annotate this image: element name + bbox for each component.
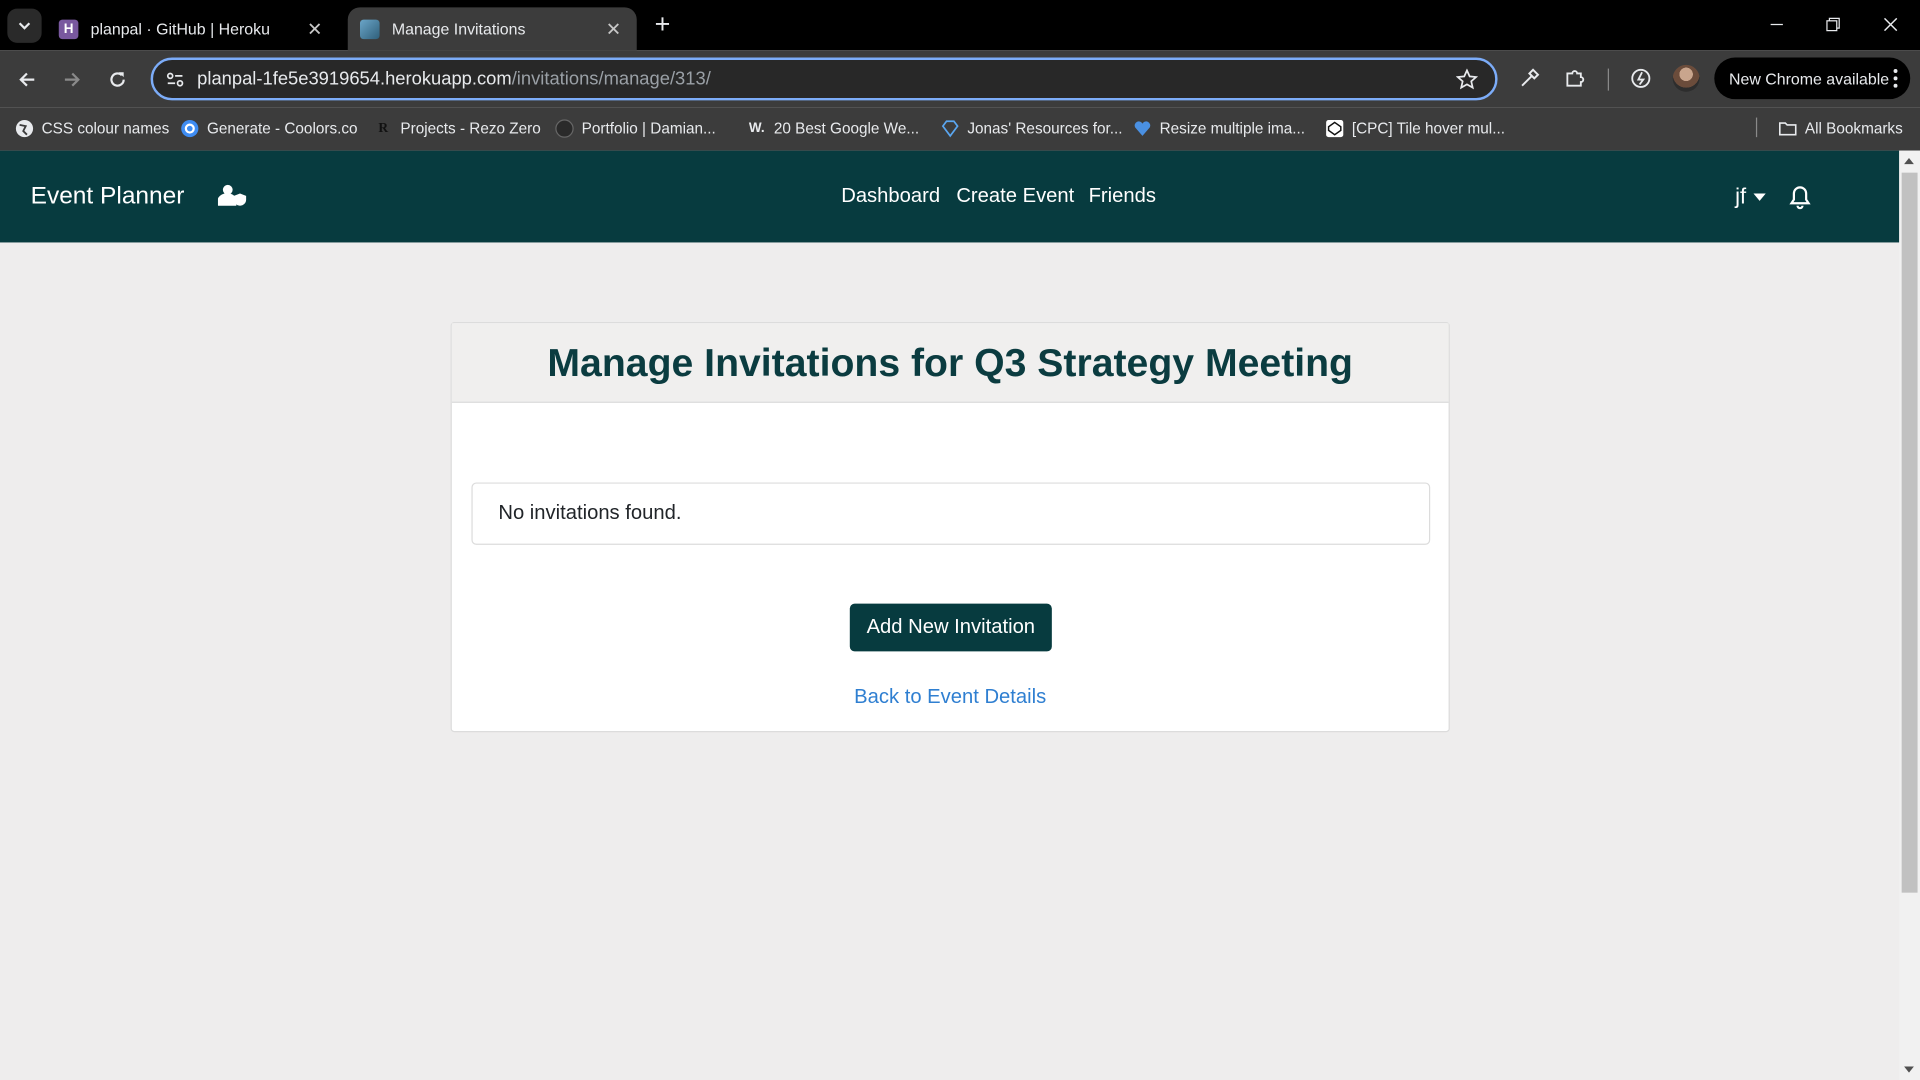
bookmark-label: CSS colour names — [41, 120, 170, 138]
user-menu-dropdown[interactable]: jf — [1735, 184, 1766, 210]
puzzle-icon — [1566, 70, 1585, 87]
arrow-left-icon — [19, 72, 35, 87]
bookmark-label: 20 Best Google We... — [773, 120, 920, 138]
new-tab-button[interactable]: + — [649, 10, 676, 38]
bookmark-jonas-resources[interactable]: Jonas' Resources for... — [940, 116, 1123, 140]
bookmark-resize-images[interactable]: Resize multiple ima... — [1133, 116, 1305, 140]
bookmarks-bar: CSS colour names Generate - Coolors.co R… — [0, 107, 1920, 151]
scroll-down-arrow[interactable] — [1904, 1066, 1914, 1073]
bookmark-css-colour-names[interactable]: CSS colour names — [15, 116, 170, 140]
close-icon — [1883, 17, 1898, 32]
browser-window: H planpal · GitHub | Heroku ✕ Manage Inv… — [0, 0, 1920, 1080]
eyedropper-button[interactable] — [1516, 65, 1543, 92]
nav-dashboard[interactable]: Dashboard — [841, 185, 940, 208]
site-info-icon[interactable] — [164, 69, 186, 91]
update-label: New Chrome available — [1728, 69, 1890, 88]
brand-link[interactable]: Event Planner — [31, 182, 185, 210]
tab-title: Manage Invitations — [391, 19, 526, 38]
bookmark-coolors[interactable]: Generate - Coolors.co — [180, 116, 358, 140]
bookmark-label: Generate - Coolors.co — [206, 120, 358, 138]
card-header: Manage Invitations for Q3 Strategy Meeti… — [451, 323, 1449, 403]
bookmark-label: Portfolio | Damian... — [581, 120, 716, 138]
tab-search-button[interactable] — [7, 8, 42, 43]
chevron-down-icon — [18, 22, 31, 30]
all-bookmarks-label: All Bookmarks — [1804, 120, 1903, 138]
bookmark-portfolio[interactable]: Portfolio | Damian... — [555, 116, 716, 140]
bookmark-label: [CPC] Tile hover mul... — [1351, 120, 1505, 138]
coolors-icon — [180, 119, 200, 139]
speed-icon — [1631, 68, 1651, 88]
bookmarks-divider — [1755, 117, 1758, 138]
bookmark-label: Jonas' Resources for... — [967, 120, 1123, 138]
update-chrome-button[interactable]: New Chrome available — [1714, 57, 1911, 100]
browser-toolbar: planpal-1fe5e3919654.herokuapp.com/invit… — [0, 50, 1920, 108]
w-icon: W. — [748, 121, 765, 136]
tab-strip: H planpal · GitHub | Heroku ✕ Manage Inv… — [0, 0, 1920, 51]
more-vert-icon — [1893, 69, 1898, 88]
close-icon[interactable]: ✕ — [602, 18, 624, 40]
bell-icon[interactable] — [1789, 185, 1811, 210]
diamond-icon — [940, 119, 960, 139]
tab-title: planpal · GitHub | Heroku — [90, 19, 270, 38]
portfolio-icon — [555, 119, 575, 139]
tab-heroku[interactable]: H planpal · GitHub | Heroku ✕ — [47, 7, 338, 50]
nav-friends[interactable]: Friends — [1089, 185, 1156, 208]
empty-message-text: No invitations found. — [498, 502, 682, 525]
profile-avatar[interactable] — [1672, 64, 1700, 92]
globe-icon — [15, 119, 35, 139]
user-name: jf — [1735, 183, 1747, 209]
heart-icon — [1133, 119, 1153, 139]
bookmark-cpc-tile-hover[interactable]: [CPC] Tile hover mul... — [1325, 116, 1505, 140]
empty-invitations-message: No invitations found. — [471, 482, 1431, 545]
performance-button[interactable] — [1627, 65, 1654, 92]
planner-icon — [360, 18, 380, 39]
scroll-up-arrow[interactable] — [1904, 157, 1914, 165]
forward-button[interactable] — [55, 62, 89, 96]
restore-button[interactable] — [1815, 10, 1852, 39]
url-host: planpal-1fe5e3919654.herokuapp.com — [197, 68, 512, 90]
heroku-icon: H — [58, 18, 79, 39]
folder-icon — [1778, 119, 1798, 139]
codepen-icon — [1325, 119, 1345, 139]
nav-create-event[interactable]: Create Event — [956, 185, 1074, 208]
toolbar-divider — [1607, 68, 1609, 91]
url-path: /invitations/manage/313/ — [511, 68, 711, 90]
page-scrollbar[interactable] — [1899, 150, 1920, 1080]
back-to-event-link: Back to Event Details — [452, 686, 1449, 709]
scroll-thumb[interactable] — [1901, 172, 1918, 893]
arrow-right-icon — [64, 72, 80, 87]
star-icon[interactable] — [1455, 68, 1478, 91]
bookmark-label: Projects - Rezo Zero — [400, 120, 541, 138]
bookmark-rezo-zero[interactable]: R Projects - Rezo Zero — [373, 116, 540, 140]
reload-button[interactable] — [100, 62, 134, 96]
bookmark-label: Resize multiple ima... — [1159, 120, 1306, 138]
extensions-button[interactable] — [1561, 65, 1588, 92]
rezo-icon: R — [378, 121, 389, 136]
address-bar[interactable]: planpal-1fe5e3919654.herokuapp.com/invit… — [150, 57, 1498, 101]
restore-icon — [1826, 17, 1840, 32]
manage-invitations-card: Manage Invitations for Q3 Strategy Meeti… — [450, 322, 1450, 733]
user-shield-icon[interactable] — [217, 184, 247, 208]
close-window-button[interactable] — [1872, 10, 1909, 39]
eyedropper-icon — [1521, 68, 1540, 87]
add-invitation-button[interactable]: Add New Invitation — [849, 603, 1052, 652]
page-title: Manage Invitations for Q3 Strategy Meeti… — [547, 339, 1353, 384]
app-navbar: Event Planner Dashboard Create Event Fri… — [0, 150, 1900, 243]
reload-icon — [110, 72, 125, 87]
close-icon[interactable]: ✕ — [304, 18, 326, 40]
minimize-button[interactable] — [1758, 10, 1795, 39]
tab-manage-invitations[interactable]: Manage Invitations ✕ — [347, 7, 637, 51]
back-link-text[interactable]: Back to Event Details — [854, 686, 1046, 708]
caret-down-icon — [1753, 192, 1766, 201]
bookmark-google-web[interactable]: W. 20 Best Google We... — [747, 116, 919, 140]
back-button[interactable] — [10, 62, 44, 96]
all-bookmarks-button[interactable]: All Bookmarks — [1778, 116, 1903, 140]
minimize-icon — [1770, 23, 1783, 26]
